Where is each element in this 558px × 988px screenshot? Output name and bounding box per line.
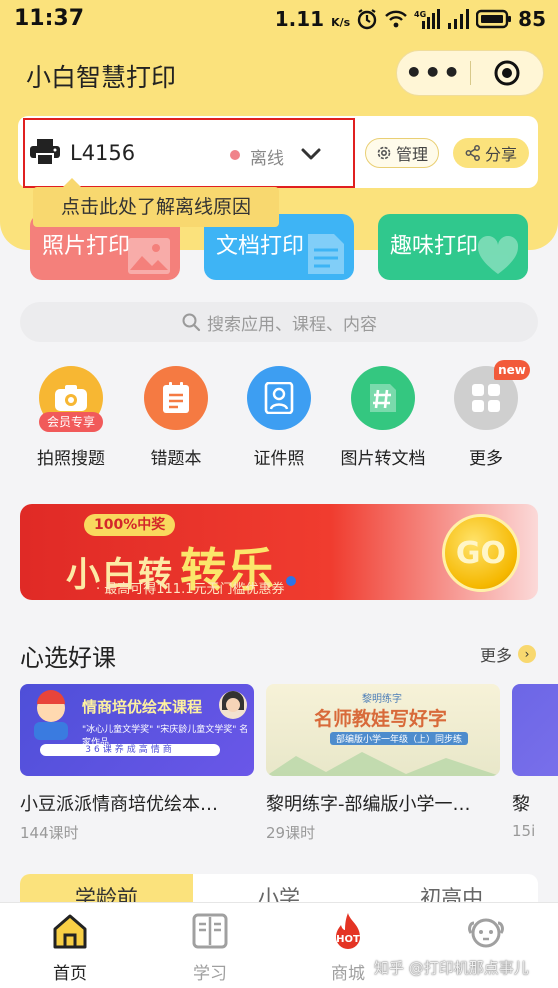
more-courses-link[interactable]: 更多 › <box>480 642 537 666</box>
wifi-icon <box>384 9 408 29</box>
chevron-right-icon: › <box>518 645 537 663</box>
watermark: 知乎 @打印机那点事儿 <box>374 959 529 977</box>
photo-print-label: 照片打印 <box>42 234 131 259</box>
battery-level: 85 <box>518 7 546 31</box>
hot-label: HOT <box>336 934 360 945</box>
fun-print-card[interactable]: 趣味打印 <box>378 214 528 280</box>
tab-profile[interactable] <box>446 911 526 959</box>
share-button[interactable]: 分享 <box>453 138 529 168</box>
app-image-to-doc[interactable]: 图片转文档 <box>333 366 433 469</box>
course-thumbnail <box>512 684 558 776</box>
course-title: 小豆派派情商培优绘本… <box>20 794 218 815</box>
network-speed: 1.11 K/s <box>274 7 351 31</box>
hash-document-icon <box>351 366 415 430</box>
signal-icon <box>448 9 470 29</box>
course-lessons: 15i <box>512 822 536 840</box>
signal-4g-icon: 4G <box>414 9 442 29</box>
signal-4g-label: 4G <box>414 10 426 19</box>
more-menu-button[interactable]: ••• <box>397 53 470 93</box>
home-icon <box>53 914 87 949</box>
status-time: 11:37 <box>14 6 85 31</box>
course-thumbnail: 黎明练字 名师教娃写好字 部编版小学一年级（上）同步练 <box>266 684 500 776</box>
alarm-icon <box>356 8 378 30</box>
miniprogram-capsule: ••• <box>396 50 544 96</box>
gear-icon <box>377 146 391 160</box>
new-badge: new <box>494 360 530 380</box>
tab-study[interactable]: 学习 <box>170 911 250 984</box>
share-icon <box>465 145 480 161</box>
section-title: 心选好课 <box>20 644 116 672</box>
camera-icon: 会员专享 <box>39 366 103 432</box>
manage-button-label: 管理 <box>395 145 428 164</box>
mountains-icon <box>266 752 500 776</box>
thumb-title: 情商培优绘本课程 <box>82 698 203 716</box>
search-input[interactable]: 搜索应用、课程、内容 <box>20 302 538 342</box>
app-label: 错题本 <box>150 449 202 469</box>
carousel-indicator <box>286 576 296 586</box>
app-label: 拍照搜题 <box>37 449 105 469</box>
notebook-icon <box>144 366 208 430</box>
battery-icon <box>476 9 512 29</box>
app-mistake-book[interactable]: 错题本 <box>126 366 226 469</box>
fun-print-label: 趣味打印 <box>390 234 479 259</box>
promo-banner[interactable]: 100%中奖 小白转 转乐 · 最高可得111.1元无门槛优惠券 GO <box>20 504 538 600</box>
course-card[interactable]: 情商培优绘本课程 "冰心儿童文学奖" "宋庆龄儿童文学奖" 名家作品 36课养成… <box>20 684 254 843</box>
thumb-strip: 36课养成高情商 <box>40 744 220 756</box>
target-icon <box>494 60 520 86</box>
course-card[interactable]: 黎 15i <box>512 684 558 840</box>
course-card[interactable]: 黎明练字 名师教娃写好字 部编版小学一年级（上）同步练 黎明练字-部编版小学一…… <box>266 684 500 843</box>
app-title: 小白智慧打印 <box>26 63 177 92</box>
puppy-icon <box>468 918 504 948</box>
thumb-subtitle: 部编版小学一年级（上）同步练 <box>330 732 469 745</box>
photo-icon <box>128 238 170 274</box>
more-label: 更多 <box>480 646 513 665</box>
share-button-label: 分享 <box>484 145 517 164</box>
hot-flame-icon: HOT <box>336 913 360 949</box>
course-thumbnail: 情商培优绘本课程 "冰心儿童文学奖" "宋庆龄儿童文学奖" 名家作品 36课养成… <box>20 684 254 776</box>
course-lessons: 144课时 <box>20 824 79 842</box>
go-button[interactable]: GO <box>442 514 520 592</box>
app-label: 图片转文档 <box>340 449 426 469</box>
grid-icon: new <box>454 360 530 430</box>
course-lessons: 29课时 <box>266 824 316 842</box>
manage-button[interactable]: 管理 <box>365 138 439 168</box>
app-more[interactable]: new 更多 <box>436 360 536 469</box>
thumb-brand: 黎明练字 <box>362 694 402 705</box>
search-icon <box>182 313 201 332</box>
app-id-photo[interactable]: 证件照 <box>229 366 329 469</box>
document-print-label: 文档打印 <box>216 234 305 259</box>
tab-home[interactable]: 首页 <box>30 911 110 984</box>
book-icon <box>192 913 228 949</box>
offline-reason-tooltip[interactable]: 点击此处了解离线原因 <box>33 178 279 227</box>
thumb-title: 名师教娃写好字 <box>314 708 448 730</box>
course-title: 黎 <box>512 794 530 815</box>
document-icon <box>308 234 344 274</box>
banner-subtitle: · 最高可得111.1元无门槛优惠券 <box>96 582 285 597</box>
vip-tag: 会员专享 <box>39 412 103 432</box>
app-label: 更多 <box>469 449 503 469</box>
close-miniprogram-button[interactable] <box>471 59 544 87</box>
course-title: 黎明练字-部编版小学一… <box>266 794 471 815</box>
app-label: 证件照 <box>253 449 305 469</box>
cartoon-kid-icon <box>34 690 68 740</box>
tab-label: 首页 <box>53 964 87 984</box>
id-photo-icon <box>247 366 311 430</box>
banner-pill: 100%中奖 <box>84 514 176 536</box>
status-bar: 11:37 1.11 K/s 4G 85 <box>0 0 558 40</box>
app-photo-search[interactable]: 会员专享 拍照搜题 <box>21 366 121 469</box>
author-avatar-icon <box>219 691 247 719</box>
tab-label: 学习 <box>193 964 227 984</box>
heart-icon <box>477 236 519 274</box>
search-placeholder: 搜索应用、课程、内容 <box>207 314 377 335</box>
status-indicators: 1.11 K/s 4G 85 <box>275 7 546 31</box>
